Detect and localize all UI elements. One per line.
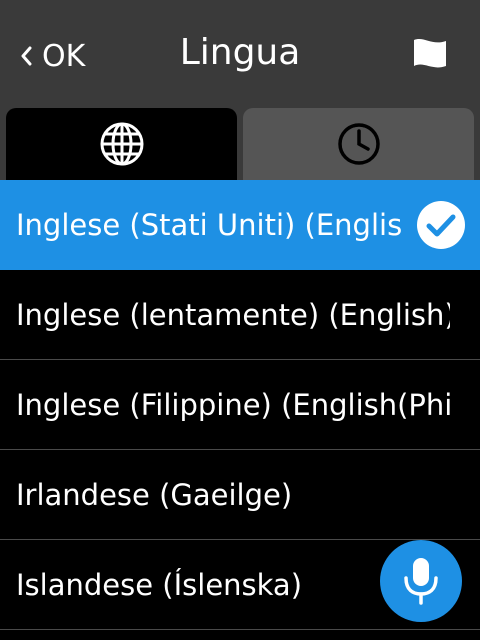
- microphone-icon: [404, 558, 438, 605]
- language-item[interactable]: Inglese (lentamente) (English): [0, 270, 480, 360]
- chevron-left-icon: [21, 46, 32, 66]
- language-item-selected[interactable]: Inglese (Stati Uniti) (English): [0, 180, 480, 270]
- language-label: Inglese (Filippine) (English(Philippines…: [16, 387, 450, 422]
- tab-languages[interactable]: [6, 108, 237, 180]
- clock-icon: [337, 123, 380, 165]
- tab-recent[interactable]: [243, 108, 474, 180]
- back-button[interactable]: OK: [20, 36, 85, 76]
- flag-icon[interactable]: [410, 36, 450, 72]
- language-item[interactable]: Irlandese (Gaeilge): [0, 450, 480, 540]
- header: OK Lingua: [0, 0, 480, 180]
- language-label: Irlandese (Gaeilge): [16, 477, 293, 512]
- globe-icon: [100, 122, 143, 166]
- back-label: OK: [42, 38, 86, 74]
- checkmark-icon: [417, 201, 465, 249]
- language-item[interactable]: Inglese (Filippine) (English(Philippines…: [0, 360, 480, 450]
- language-label: Inglese (lentamente) (English): [16, 297, 450, 332]
- voice-input-button[interactable]: [380, 540, 462, 622]
- language-label: Inglese (Stati Uniti) (English): [16, 207, 404, 242]
